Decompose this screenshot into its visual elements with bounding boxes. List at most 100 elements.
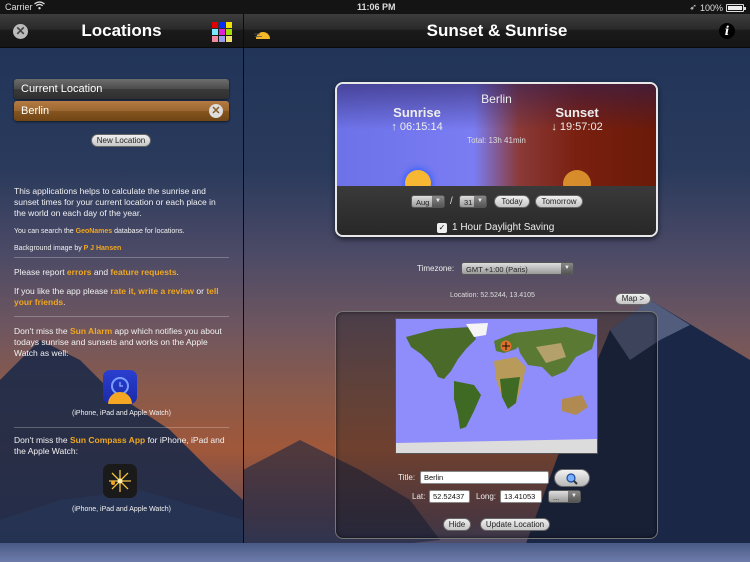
text: Don't miss the [14, 435, 70, 445]
bottom-strip [0, 543, 750, 562]
long-label: Long: [476, 492, 497, 501]
status-right: ➶ 100% [689, 2, 746, 13]
grid-cell [219, 36, 225, 42]
update-location-button[interactable]: Update Location [480, 518, 550, 531]
divider [14, 316, 229, 317]
alarm-clock-icon [108, 377, 132, 404]
text: Don't miss the [14, 326, 70, 336]
grid-cell [219, 22, 225, 28]
sun-alarm-platforms: (iPhone, iPad and Apple Watch) [72, 410, 171, 417]
lat-label: Lat: [412, 492, 426, 501]
sun-compass-app-icon[interactable] [103, 464, 137, 498]
chevron-down-icon: ▼ [561, 263, 573, 274]
report-text: Please report errors and feature request… [14, 267, 229, 278]
timezone-value: GMT +1:00 (Paris) [466, 265, 528, 274]
location-item-berlin[interactable]: Berlin ✕ [14, 101, 229, 121]
day-value: 31 [464, 198, 473, 207]
sun-alarm-text: Don't miss the Sun Alarm app which notif… [14, 326, 229, 359]
sun-alarm-app-icon[interactable] [103, 370, 137, 404]
photographer-link[interactable]: P J Hansen [84, 245, 122, 252]
hide-button[interactable]: Hide [443, 518, 471, 531]
chevron-down-icon: ▼ [474, 196, 486, 207]
day-select[interactable]: 31 ▼ [459, 195, 487, 208]
date-separator: / [450, 196, 453, 207]
chevron-down-icon: ▼ [568, 491, 580, 502]
chevron-down-icon: ▼ [432, 196, 444, 207]
timezone-label: Timezone: [417, 264, 455, 273]
info-button[interactable]: i [719, 23, 735, 39]
locations-panel: Current Location Berlin ✕ New Location T… [0, 49, 243, 562]
sunrise-time: ↑ 06:15:14 [391, 121, 443, 133]
month-value: Aug [416, 198, 430, 207]
compass-star-icon [109, 470, 131, 492]
locations-navbar: ✕ Locations [0, 14, 243, 48]
info-icon: i [724, 24, 730, 38]
credit-text: Background image by P J Hansen [14, 243, 229, 254]
sunset-label: Sunset [555, 105, 599, 120]
map-button[interactable]: Map > [615, 293, 651, 305]
sunrise-label: Sunrise [393, 105, 441, 120]
locations-title: Locations [81, 21, 162, 40]
month-select[interactable]: Aug ▼ [411, 195, 445, 208]
grid-cell [212, 29, 218, 35]
sun-compass-link[interactable]: Sun Compass App [70, 435, 145, 445]
checkbox-checked-icon[interactable]: ✓ [437, 222, 447, 233]
text: database for locations. [112, 228, 185, 235]
like-text: If you like the app please rate it, writ… [14, 286, 229, 308]
title-input[interactable]: Berlin [420, 471, 549, 484]
rate-link[interactable]: rate it, write a review [110, 286, 194, 296]
world-map[interactable] [395, 318, 598, 454]
status-bar: Carrier 11:06 PM ➶ 100% [0, 0, 750, 14]
text: . [176, 267, 179, 277]
search-icon [566, 473, 578, 485]
text: and [91, 267, 111, 277]
split-divider [243, 14, 244, 562]
coordinate-format-select[interactable]: ... ▼ [548, 490, 581, 503]
grid-cell [212, 22, 218, 28]
location-readout: Location: 52.5244, 13.4105 [450, 292, 535, 299]
long-input[interactable]: 13.41053 [500, 490, 542, 503]
today-button[interactable]: Today [494, 195, 530, 208]
world-map-graphic [396, 323, 597, 453]
text: If you like the app please [14, 286, 111, 296]
geonames-link[interactable]: GeoNames [76, 228, 113, 235]
geonames-text: You can search the GeoNames database for… [14, 226, 229, 237]
card-city-name: Berlin [481, 92, 512, 106]
carrier-label: Carrier [5, 2, 33, 12]
daylight-saving-label: 1 Hour Daylight Saving [452, 222, 555, 233]
text: or [194, 286, 207, 296]
daylight-total: Total: 13h 41min [467, 136, 526, 145]
clock: 11:06 PM [357, 2, 396, 12]
errors-link[interactable]: errors [67, 267, 92, 277]
new-location-button[interactable]: New Location [91, 134, 151, 147]
text: . [63, 297, 66, 307]
sun-compass-text: Don't miss the Sun Compass App for iPhon… [14, 435, 229, 457]
divider [14, 257, 229, 258]
lat-input[interactable]: 52.52437 [429, 490, 470, 503]
sunset-time: ↓ 19:57:02 [551, 121, 603, 133]
daylight-saving-toggle[interactable]: ✓ 1 Hour Daylight Saving [437, 222, 554, 233]
divider [14, 427, 229, 428]
battery-icon [726, 3, 746, 12]
grid-cell [212, 36, 218, 42]
color-grid-icon[interactable] [212, 22, 232, 42]
location-item-label: Berlin [21, 105, 50, 117]
location-arrow-icon: ➶ [689, 2, 697, 12]
title-label: Title: [398, 473, 416, 482]
search-button[interactable] [554, 469, 590, 487]
text: You can search the [14, 228, 76, 235]
timezone-select[interactable]: GMT +1:00 (Paris) ▼ [461, 262, 574, 275]
text: Please report [14, 267, 67, 277]
feature-requests-link[interactable]: feature requests [110, 267, 176, 277]
format-value: ... [553, 493, 560, 502]
text: Background image by [14, 245, 84, 252]
delete-location-icon[interactable]: ✕ [209, 104, 223, 118]
tomorrow-button[interactable]: Tomorrow [535, 195, 583, 208]
app-screen: Carrier 11:06 PM ➶ 100% ✕ Locations Suns… [0, 0, 750, 562]
location-item-current[interactable]: Current Location [14, 79, 229, 99]
sun-alarm-link[interactable]: Sun Alarm [70, 326, 112, 336]
grid-cell [219, 29, 225, 35]
location-item-label: Current Location [21, 83, 103, 95]
grid-cell [226, 29, 232, 35]
grid-cell [226, 22, 232, 28]
